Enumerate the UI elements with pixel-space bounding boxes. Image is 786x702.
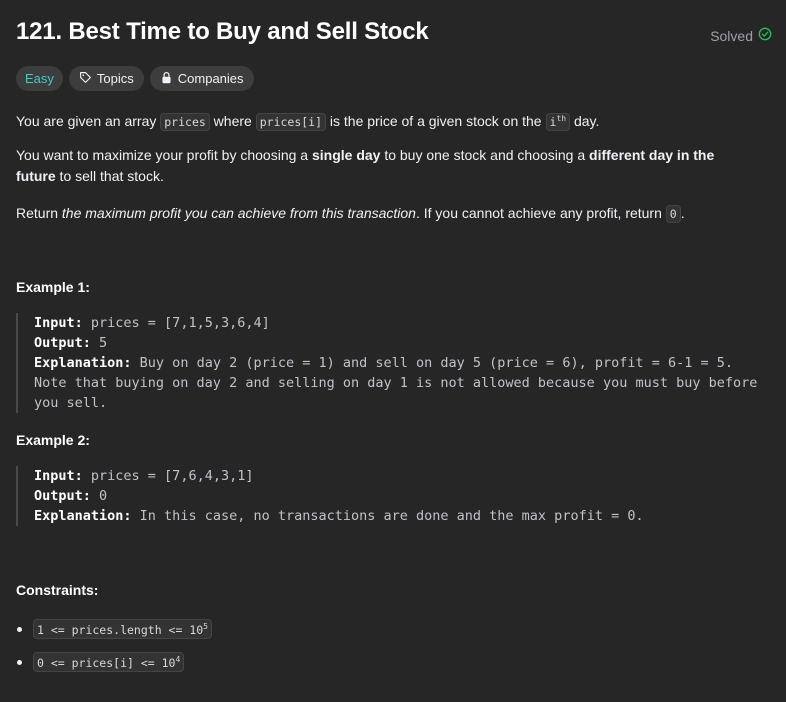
solved-label: Solved <box>710 27 753 44</box>
companies-label: Companies <box>177 71 244 86</box>
superscript: th <box>556 114 567 123</box>
explanation-text: In this case, no transactions are done a… <box>131 508 644 524</box>
check-circle-icon <box>758 27 772 44</box>
example-2-heading: Example 2: <box>16 432 90 448</box>
superscript: 4 <box>175 654 181 664</box>
solved-status: Solved <box>710 27 772 44</box>
inline-code: ith <box>545 112 571 131</box>
output-label: Output: <box>34 488 91 504</box>
topics-button[interactable]: Topics <box>68 66 144 91</box>
output-label: Output: <box>34 335 91 351</box>
text: where <box>209 112 256 129</box>
output-value: 5 <box>90 335 108 351</box>
constraint-code: 0 <= prices[i] <= 104 <box>33 651 185 673</box>
explanation-label: Explanation: <box>34 508 132 524</box>
input-value: prices = [7,1,5,3,6,4] <box>82 315 270 331</box>
text: You want to maximize your profit by choo… <box>16 147 312 163</box>
inline-code: prices <box>160 112 210 131</box>
constraints-heading: Constraints: <box>16 582 99 598</box>
list-item: 0 <= prices[i] <= 104 <box>16 651 212 673</box>
explanation-text: Buy on day 2 (price = 1) and sell on day… <box>34 355 758 411</box>
bullet-dot <box>17 626 22 632</box>
input-label: Input: <box>34 468 83 484</box>
explanation-label: Explanation: <box>34 355 132 371</box>
output-value: 0 <box>90 488 108 504</box>
lock-icon <box>160 71 173 87</box>
tag-bar: Easy Topics Companies <box>16 66 254 91</box>
description-paragraph-2: You want to maximize your profit by choo… <box>16 145 756 187</box>
example-2-block: Input: prices = [7,6,4,3,1] Output: 0 Ex… <box>16 466 766 526</box>
text: You are given an array <box>16 112 161 129</box>
input-value: prices = [7,6,4,3,1] <box>82 468 254 484</box>
text: day. <box>570 112 600 129</box>
text: . <box>680 205 685 221</box>
list-item: 1 <= prices.length <= 105 <box>16 618 212 640</box>
bold-text: single day <box>311 147 381 163</box>
text: to sell that stock. <box>55 168 164 184</box>
inline-code: 0 <box>665 205 681 223</box>
superscript: 5 <box>203 621 208 631</box>
constraint-text: 0 <= prices[i] <= 10 <box>37 655 176 670</box>
italic-text: the maximum profit you can achieve from … <box>61 205 416 221</box>
inline-code: prices[i] <box>255 112 327 131</box>
text: Return <box>16 205 62 221</box>
text: to buy one stock and choosing a <box>380 147 590 163</box>
bullet-dot <box>17 659 22 665</box>
topics-label: Topics <box>96 71 134 86</box>
text: . If you cannot achieve any profit, retu… <box>415 205 666 221</box>
description-paragraph-1: You are given an array prices where pric… <box>16 108 756 133</box>
example-1-block: Input: prices = [7,1,5,3,6,4] Output: 5 … <box>16 313 766 413</box>
constraint-text: 1 <= prices.length <= 10 <box>37 622 204 637</box>
constraint-code: 1 <= prices.length <= 105 <box>33 618 212 640</box>
constraints-list: 1 <= prices.length <= 105 0 <= prices[i]… <box>16 618 212 684</box>
description-paragraph-3: Return the maximum profit you can achiev… <box>16 203 756 225</box>
companies-button[interactable]: Companies <box>149 66 254 91</box>
input-label: Input: <box>34 315 83 331</box>
difficulty-badge[interactable]: Easy <box>16 66 63 91</box>
text: is the price of a given stock on the <box>326 112 546 129</box>
tag-icon <box>79 71 92 87</box>
problem-title: 121. Best Time to Buy and Sell Stock <box>16 18 429 45</box>
example-1-heading: Example 1: <box>16 279 90 295</box>
